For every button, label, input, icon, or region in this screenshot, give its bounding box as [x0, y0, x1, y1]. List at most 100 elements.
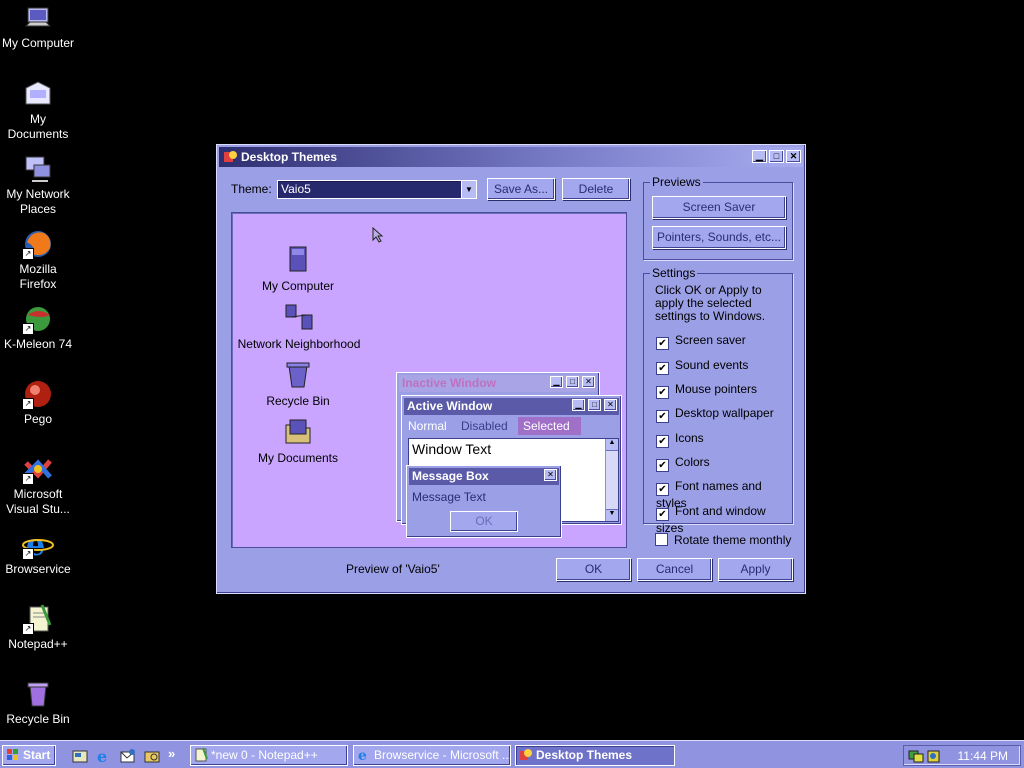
recycle-bin-icon: [22, 678, 54, 710]
sample-menu-selected: Selected: [518, 417, 581, 435]
desktop-icon-visual-studio[interactable]: ↗ Microsoft Visual Stu...: [0, 453, 76, 517]
previews-group: Previews Screen Saver Pointers, Sounds, …: [643, 175, 793, 260]
desktop-icon-label: Pego: [23, 412, 53, 426]
clock[interactable]: 11:44 PM: [958, 749, 1008, 763]
sample-menu-normal: Normal: [408, 419, 447, 433]
ok-button[interactable]: OK: [556, 558, 631, 581]
checkbox-check-icon[interactable]: ✔: [656, 459, 669, 472]
checkbox-screen-saver[interactable]: ✔ Screen saver: [656, 333, 746, 350]
shortcut-arrow-icon: ↗: [22, 248, 34, 260]
desktop-icon-my-documents[interactable]: My Documents: [0, 78, 76, 142]
preview-icon-label: My Computer: [261, 279, 335, 293]
checkbox-check-icon[interactable]: ✔: [656, 435, 669, 448]
outlook-express-icon[interactable]: [120, 748, 136, 767]
delete-button[interactable]: Delete: [562, 178, 630, 200]
checkbox-check-icon[interactable]: ✔: [656, 410, 669, 423]
explorer-icon[interactable]: [144, 748, 160, 767]
screen-saver-button[interactable]: Screen Saver: [652, 196, 786, 219]
desktop-icon-notepadpp[interactable]: ↗ Notepad++: [0, 603, 76, 652]
shortcut-arrow-icon: ↗: [22, 323, 34, 335]
desktop-icon-recycle-bin[interactable]: Recycle Bin: [0, 678, 76, 727]
apply-button[interactable]: Apply: [718, 558, 793, 581]
visual-studio-icon: ↗: [22, 453, 54, 485]
theme-select-value: Vaio5: [281, 182, 311, 196]
taskbar-item-notepadpp[interactable]: *new 0 - Notepad++: [190, 745, 348, 766]
desktop-icon-label: Recycle Bin: [6, 712, 70, 726]
close-button[interactable]: ✕: [786, 150, 801, 163]
desktop-icon-label: Notepad++: [8, 637, 68, 651]
themes-icon: [519, 748, 533, 762]
save-as-button[interactable]: Save As...: [487, 178, 555, 200]
pointers-sounds-button[interactable]: Pointers, Sounds, etc...: [652, 226, 786, 249]
show-desktop-icon[interactable]: [72, 748, 88, 767]
checkbox-check-icon[interactable]: ✔: [656, 508, 669, 521]
taskbar: Start e » *new 0 - Notepad++ e Browservi…: [0, 740, 1024, 768]
sample-menubar: Normal Disabled Selected: [404, 417, 619, 435]
checkbox-empty[interactable]: [655, 533, 668, 546]
checkbox-colors[interactable]: ✔ Colors: [656, 455, 710, 472]
shortcut-arrow-icon: ↗: [22, 473, 34, 485]
desktop-icon-kmeleon[interactable]: ↗ K-Meleon 74: [0, 303, 76, 352]
windows-logo-icon: [6, 748, 20, 762]
theme-select[interactable]: Vaio5 ▼: [277, 180, 477, 199]
checkbox-rotate-theme[interactable]: Rotate theme monthly: [655, 533, 791, 547]
checkbox-check-icon[interactable]: ✔: [656, 362, 669, 375]
sample-minimize-button: ▁: [550, 376, 563, 388]
ie-icon[interactable]: e: [96, 747, 112, 767]
preview-icon-network: Network Neighborhood: [232, 301, 366, 351]
shortcut-arrow-icon: ↗: [22, 548, 34, 560]
maximize-button[interactable]: □: [769, 150, 784, 163]
desktop-icon-label: My Documents: [7, 112, 69, 141]
checkbox-check-icon[interactable]: ✔: [656, 337, 669, 350]
sample-maximize-button: □: [588, 399, 601, 411]
window-title: Desktop Themes: [241, 150, 338, 164]
desktop-icon-label: Mozilla Firefox: [19, 262, 57, 291]
cancel-button[interactable]: Cancel: [637, 558, 712, 581]
desktop-icon-label: Browservice: [5, 562, 71, 576]
settings-group-label: Settings: [650, 266, 698, 280]
folder-icon: [282, 415, 314, 447]
taskbar-item-browservice[interactable]: e Browservice - Microsoft ...: [353, 745, 511, 766]
computer-icon: [22, 2, 54, 34]
checkbox-font-sizes[interactable]: ✔ Font and window sizes: [656, 504, 792, 535]
checkbox-mouse-pointers[interactable]: ✔ Mouse pointers: [656, 382, 757, 399]
checkbox-check-icon[interactable]: ✔: [656, 386, 669, 399]
computer-icon: [282, 243, 314, 275]
themes-icon: [223, 149, 238, 164]
desktop-icon-my-computer[interactable]: My Computer: [0, 2, 76, 51]
ie-icon: e ↗: [22, 528, 54, 563]
mouse-cursor-icon: [372, 226, 384, 246]
sample-menu-disabled: Disabled: [461, 419, 508, 433]
desktop-icon-pego[interactable]: ↗ Pego: [0, 378, 76, 427]
checkbox-sound-events[interactable]: ✔ Sound events: [656, 358, 748, 375]
start-button[interactable]: Start: [2, 745, 56, 766]
taskbar-item-desktop-themes[interactable]: Desktop Themes: [515, 745, 675, 766]
window-titlebar[interactable]: Desktop Themes ▁ □ ✕: [219, 147, 803, 167]
network-tray-icon[interactable]: [908, 748, 924, 767]
minimize-button[interactable]: ▁: [752, 150, 767, 163]
documents-icon: [22, 78, 54, 110]
checkbox-desktop-wallpaper[interactable]: ✔ Desktop wallpaper: [656, 406, 774, 423]
desktop-icon-browservice[interactable]: e ↗ Browservice: [0, 528, 76, 577]
checkbox-check-icon[interactable]: ✔: [656, 483, 669, 496]
desktop-icon-firefox[interactable]: ↗ Mozilla Firefox: [0, 228, 76, 292]
theme-preview: My Computer Network Neighborhood Recycle…: [231, 212, 627, 548]
speaker-tray-icon[interactable]: [926, 748, 942, 767]
desktop-icon-label: My Network Places: [6, 187, 70, 216]
notepadpp-icon: ↗: [22, 603, 54, 635]
sample-msgbox-text: Message Text: [412, 490, 486, 504]
desktop-icon-network[interactable]: My Network Places: [0, 153, 76, 217]
sample-close-button: ✕: [544, 469, 557, 481]
checkbox-icons[interactable]: ✔ Icons: [656, 431, 704, 448]
quick-launch-chevron[interactable]: »: [168, 746, 175, 761]
sample-close-button: ✕: [604, 399, 617, 411]
settings-group: Settings Click OK or Apply to apply the …: [643, 266, 793, 535]
preview-icon-label: Network Neighborhood: [237, 337, 361, 351]
preview-icon-my-computer: My Computer: [258, 243, 338, 293]
scroll-down-icon: ▼: [606, 509, 618, 521]
preview-caption: Preview of 'Vaio5': [346, 562, 440, 576]
dropdown-arrow-icon[interactable]: ▼: [461, 181, 476, 198]
sample-minimize-button: ▁: [572, 399, 585, 411]
sample-msgbox-titlebar: Message Box: [409, 468, 559, 485]
sample-scrollbar: ▲ ▼: [605, 439, 618, 521]
